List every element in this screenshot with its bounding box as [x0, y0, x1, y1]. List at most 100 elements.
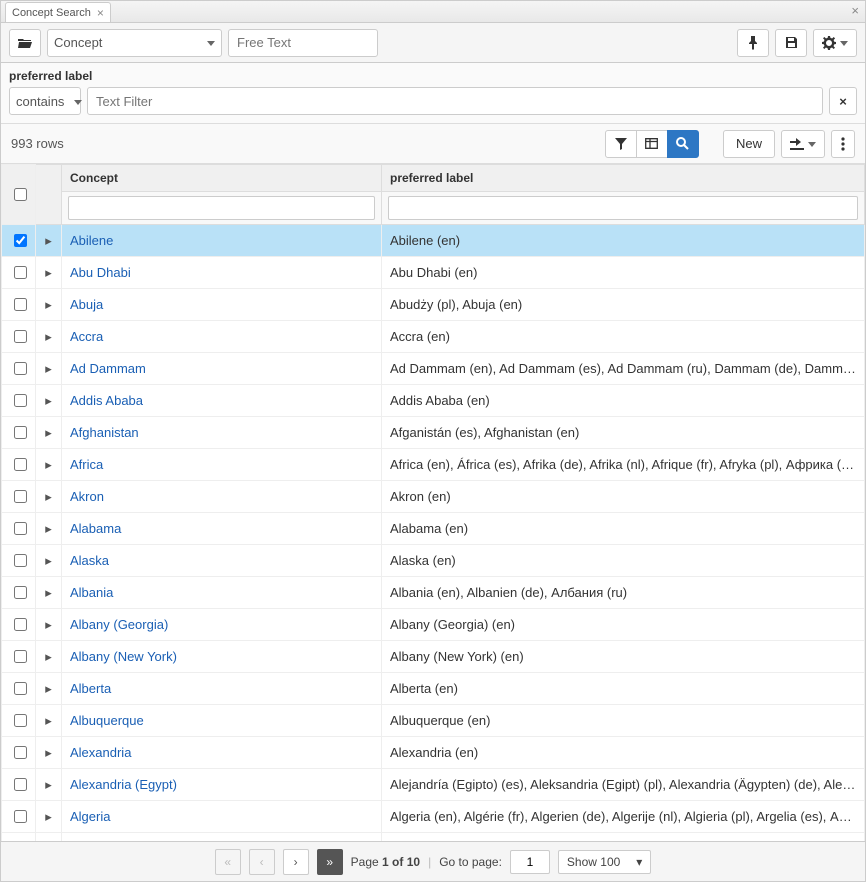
save-button[interactable] — [775, 29, 807, 57]
expand-row-button[interactable]: ▸ — [36, 833, 62, 842]
concept-link[interactable]: Addis Ababa — [70, 393, 143, 408]
table-row[interactable]: ▸Ad DammamAd Dammam (en), Ad Dammam (es)… — [2, 353, 865, 385]
open-folder-button[interactable] — [9, 29, 41, 57]
expand-row-button[interactable]: ▸ — [36, 353, 62, 385]
concept-column-filter[interactable] — [68, 196, 375, 220]
row-checkbox[interactable] — [14, 586, 27, 599]
table-row[interactable]: ▸AfghanistanAfganistán (es), Afghanistan… — [2, 417, 865, 449]
concept-link[interactable]: Abuja — [70, 297, 103, 312]
expand-row-button[interactable]: ▸ — [36, 769, 62, 801]
expand-row-button[interactable]: ▸ — [36, 225, 62, 257]
concept-link[interactable]: Alberta — [70, 681, 111, 696]
search-button[interactable] — [667, 130, 699, 158]
export-button[interactable] — [781, 130, 825, 158]
table-row[interactable]: ▸AlgiersAlger (fr), Algier (de), Algier … — [2, 833, 865, 842]
expand-row-button[interactable]: ▸ — [36, 321, 62, 353]
row-checkbox[interactable] — [14, 362, 27, 375]
close-tab-icon[interactable]: × — [97, 7, 104, 19]
concept-link[interactable]: Accra — [70, 329, 103, 344]
concept-link[interactable]: Abu Dhabi — [70, 265, 131, 280]
table-row[interactable]: ▸AlbaniaAlbania (en), Albanien (de), Алб… — [2, 577, 865, 609]
pager-first-button[interactable]: « — [215, 849, 241, 875]
pin-button[interactable] — [737, 29, 769, 57]
header-label[interactable]: preferred label — [382, 165, 865, 192]
concept-link[interactable]: Albany (New York) — [70, 649, 177, 664]
table-row[interactable]: ▸AkronAkron (en) — [2, 481, 865, 513]
row-checkbox[interactable] — [14, 714, 27, 727]
table-row[interactable]: ▸AbujaAbudży (pl), Abuja (en) — [2, 289, 865, 321]
table-row[interactable]: ▸AccraAccra (en) — [2, 321, 865, 353]
pager-next-button[interactable]: › — [283, 849, 309, 875]
close-window-icon[interactable]: × — [851, 3, 859, 18]
expand-row-button[interactable]: ▸ — [36, 705, 62, 737]
filter-button[interactable] — [605, 130, 637, 158]
expand-row-button[interactable]: ▸ — [36, 577, 62, 609]
table-row[interactable]: ▸Addis AbabaAddis Ababa (en) — [2, 385, 865, 417]
table-row[interactable]: ▸AlbuquerqueAlbuquerque (en) — [2, 705, 865, 737]
concept-link[interactable]: Albany (Georgia) — [70, 617, 168, 632]
table-row[interactable]: ▸Abu DhabiAbu Dhabi (en) — [2, 257, 865, 289]
select-all-checkbox[interactable] — [14, 188, 27, 201]
expand-row-button[interactable]: ▸ — [36, 481, 62, 513]
expand-row-button[interactable]: ▸ — [36, 545, 62, 577]
row-checkbox[interactable] — [14, 458, 27, 471]
expand-row-button[interactable]: ▸ — [36, 609, 62, 641]
concept-link[interactable]: Alaska — [70, 553, 109, 568]
table-row[interactable]: ▸AlgeriaAlgeria (en), Algérie (fr), Alge… — [2, 801, 865, 833]
row-checkbox[interactable] — [14, 746, 27, 759]
row-checkbox[interactable] — [14, 682, 27, 695]
table-row[interactable]: ▸Albany (New York)Albany (New York) (en) — [2, 641, 865, 673]
table-row[interactable]: ▸Albany (Georgia)Albany (Georgia) (en) — [2, 609, 865, 641]
row-checkbox[interactable] — [14, 426, 27, 439]
row-checkbox[interactable] — [14, 554, 27, 567]
free-text-input[interactable] — [228, 29, 378, 57]
table-row[interactable]: ▸AlbertaAlberta (en) — [2, 673, 865, 705]
filter-op-combo[interactable]: contains — [9, 87, 81, 115]
concept-link[interactable]: Abilene — [70, 233, 113, 248]
concept-link[interactable]: Alexandria — [70, 745, 131, 760]
table-row[interactable]: ▸AfricaAfrica (en), África (es), Afrika … — [2, 449, 865, 481]
concept-link[interactable]: Africa — [70, 457, 103, 472]
row-checkbox[interactable] — [14, 330, 27, 343]
row-checkbox[interactable] — [14, 234, 27, 247]
expand-row-button[interactable]: ▸ — [36, 385, 62, 417]
columns-button[interactable] — [636, 130, 668, 158]
expand-row-button[interactable]: ▸ — [36, 737, 62, 769]
concept-type-combo[interactable]: Concept — [47, 29, 222, 57]
expand-row-button[interactable]: ▸ — [36, 673, 62, 705]
expand-row-button[interactable]: ▸ — [36, 417, 62, 449]
expand-row-button[interactable]: ▸ — [36, 513, 62, 545]
row-checkbox[interactable] — [14, 522, 27, 535]
row-checkbox[interactable] — [14, 810, 27, 823]
row-checkbox[interactable] — [14, 394, 27, 407]
concept-link[interactable]: Alabama — [70, 521, 121, 536]
row-checkbox[interactable] — [14, 650, 27, 663]
page-size-select[interactable]: Show 100 ▾ — [558, 850, 651, 874]
expand-row-button[interactable]: ▸ — [36, 257, 62, 289]
table-scroll[interactable]: Concept preferred label ▸AbileneAbilene … — [1, 164, 865, 841]
expand-row-button[interactable]: ▸ — [36, 641, 62, 673]
row-checkbox[interactable] — [14, 298, 27, 311]
table-row[interactable]: ▸AlexandriaAlexandria (en) — [2, 737, 865, 769]
expand-row-button[interactable]: ▸ — [36, 449, 62, 481]
table-row[interactable]: ▸AbileneAbilene (en) — [2, 225, 865, 257]
table-row[interactable]: ▸AlaskaAlaska (en) — [2, 545, 865, 577]
filter-text-input[interactable] — [87, 87, 823, 115]
goto-page-input[interactable] — [510, 850, 550, 874]
expand-row-button[interactable]: ▸ — [36, 801, 62, 833]
label-column-filter[interactable] — [388, 196, 858, 220]
row-checkbox[interactable] — [14, 618, 27, 631]
row-checkbox[interactable] — [14, 490, 27, 503]
table-row[interactable]: ▸Alexandria (Egypt)Alejandría (Egipto) (… — [2, 769, 865, 801]
table-row[interactable]: ▸AlabamaAlabama (en) — [2, 513, 865, 545]
more-button[interactable] — [831, 130, 855, 158]
header-concept[interactable]: Concept — [62, 165, 382, 192]
concept-link[interactable]: Albania — [70, 585, 113, 600]
row-checkbox[interactable] — [14, 778, 27, 791]
concept-link[interactable]: Alexandria (Egypt) — [70, 777, 177, 792]
row-checkbox[interactable] — [14, 266, 27, 279]
pager-prev-button[interactable]: ‹ — [249, 849, 275, 875]
new-button[interactable]: New — [723, 130, 775, 158]
concept-link[interactable]: Afghanistan — [70, 425, 139, 440]
concept-link[interactable]: Albuquerque — [70, 713, 144, 728]
